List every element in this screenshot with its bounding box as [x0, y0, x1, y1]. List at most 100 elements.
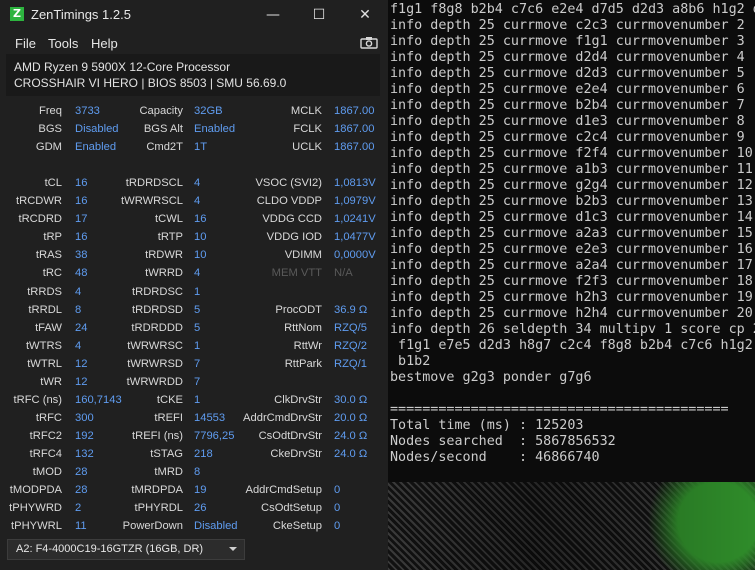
timing-label-tras: tRAS: [35, 249, 62, 262]
menu-help[interactable]: Help: [91, 36, 118, 51]
timing-label-trrds: tRRDS: [27, 285, 62, 298]
timing-label-trrdl: tRRDL: [28, 303, 62, 316]
timing-label-twrwrscl: tWRWRSCL: [121, 195, 183, 208]
timing-value-trefi-ns: 7796,25: [194, 429, 235, 442]
timing-label-trcdwr: tRCDWR: [16, 195, 62, 208]
console-line: Nodes/second : 46866740: [390, 450, 600, 465]
console-line: info depth 25 currmove d1c3 currmovenumb…: [390, 210, 753, 225]
timing-value-trc: 48: [75, 267, 88, 280]
maximize-button[interactable]: ☐: [296, 0, 342, 30]
timing-label-tphyrdl: tPHYRDL: [134, 502, 184, 515]
timing-value-fclk: 1867.00: [334, 123, 375, 136]
timing-label-trfc4: tRFC4: [29, 447, 62, 460]
timing-label-trtp: tRTP: [157, 231, 183, 244]
timing-value-tcl: 16: [75, 177, 88, 190]
timing-value-tfaw: 24: [75, 321, 88, 334]
timing-label-trc: tRC: [42, 267, 62, 280]
console-line: info depth 26 seldepth 34 multipv 1 scor…: [390, 322, 755, 337]
timing-value-twrwrscl: 4: [194, 195, 201, 208]
timing-label-mem-vtt: MEM VTT: [271, 267, 322, 280]
timing-value-capacity: 32GB: [194, 105, 223, 117]
timing-label-trfc: tRFC: [35, 411, 62, 424]
timing-value-tcke: 1: [194, 393, 201, 406]
timing-label-tmodpda: tMODPDA: [9, 484, 62, 497]
timing-label-rttnom: RttNom: [284, 321, 322, 334]
timing-value-rttnom: RZQ/5: [334, 321, 367, 334]
timing-label-addrcmdsetup: AddrCmdSetup: [245, 484, 323, 497]
memory-module-select[interactable]: A2: F4-4000C19-16GTZR (16GB, DR): [7, 539, 245, 560]
timing-value-bgs: Disabled: [75, 123, 119, 136]
console-line: info depth 25 currmove e2e4 currmovenumb…: [390, 82, 745, 97]
app-icon: Z: [10, 7, 24, 21]
timing-value-twtrl: 12: [75, 357, 88, 370]
menu-tools[interactable]: Tools: [48, 36, 78, 51]
timing-value-cmd2t: 1T: [194, 141, 208, 154]
timing-value-twrwrsd: 7: [194, 357, 201, 370]
timing-value-ckedrvstr: 24.0 Ω: [334, 447, 368, 460]
screenshot-camera-icon[interactable]: [360, 36, 378, 49]
timings-grid: Freq 3733 BGS Disabled GDM Enabled tCL 16 tRCDWR…: [0, 96, 388, 536]
console-line: info depth 25 currmove d1e3 currmovenumb…: [390, 114, 745, 129]
timing-label-gdm: GDM: [35, 141, 62, 154]
timing-label-tphywrd: tPHYWRD: [9, 502, 62, 515]
timing-value-twrwrsc: 1: [194, 339, 201, 352]
timing-value-trfc: 300: [75, 411, 94, 424]
timing-value-rttpark: RZQ/1: [334, 357, 367, 370]
menu-file[interactable]: File: [15, 36, 36, 51]
console-line: info depth 25 currmove d2d4 currmovenumb…: [390, 50, 745, 65]
timing-value-tstag: 218: [194, 447, 213, 460]
timing-value-trdrdscl: 4: [194, 177, 201, 190]
console-line: Nodes searched : 5867856532: [390, 434, 616, 449]
console-line: info depth 25 currmove b2b3 currmovenumb…: [390, 194, 753, 209]
console-line: info depth 25 currmove a2a3 currmovenumb…: [390, 226, 753, 241]
timing-label-capacity: Capacity: [139, 105, 183, 117]
timing-value-vdimm: 0,0000V: [334, 249, 376, 262]
timing-value-mem-vtt: N/A: [334, 267, 353, 280]
timing-value-uclk: 1867.00: [334, 141, 375, 154]
timing-value-mclk: 1867.00: [334, 105, 375, 117]
timing-value-tmrdpda: 19: [194, 484, 207, 497]
timing-label-rttpark: RttPark: [284, 357, 322, 370]
timing-value-vsoc-svi2: 1,0813V: [334, 177, 376, 190]
console-line: info depth 25 currmove a2a4 currmovenumb…: [390, 258, 753, 273]
console-line: b1b2: [390, 354, 431, 369]
console-line: info depth 25 currmove f1g1 currmovenumb…: [390, 34, 745, 49]
timing-value-csodtsetup: 0: [334, 502, 341, 515]
timing-value-trefi: 14553: [194, 411, 226, 424]
close-button[interactable]: ✕: [342, 0, 388, 30]
timing-label-csodtsetup: CsOdtSetup: [261, 502, 322, 515]
console-window[interactable]: f1g1 f8g8 b2b4 c7c6 e2e4 d7d5 d2d3 a8b6 …: [388, 0, 755, 482]
timing-label-trfc-ns: tRFC (ns): [13, 393, 62, 406]
console-line: f1g1 f8g8 b2b4 c7c6 e2e4 d7d5 d2d3 a8b6 …: [390, 2, 755, 17]
timing-label-twtrs: tWTRS: [25, 339, 62, 352]
timing-label-tcke: tCKE: [156, 393, 183, 406]
timing-value-vddg-ccd: 1,0241V: [334, 213, 376, 226]
timing-label-vddg-ccd: VDDG CCD: [262, 213, 322, 226]
timing-value-tphyrdl: 26: [194, 502, 207, 515]
console-output: f1g1 f8g8 b2b4 c7c6 e2e4 d7d5 d2d3 a8b6 …: [388, 0, 755, 466]
timing-value-trfc4: 132: [75, 447, 94, 460]
timing-label-trdrdscl: tRDRDSCL: [125, 177, 183, 190]
timing-label-cldo-vddp: CLDO VDDP: [256, 195, 322, 208]
chevron-down-icon: [229, 547, 237, 551]
timing-value-twrrd: 4: [194, 267, 201, 280]
timing-label-tfaw: tFAW: [35, 321, 62, 334]
timing-label-ckedrvstr: CkeDrvStr: [270, 447, 322, 460]
console-line: info depth 25 currmove g2g4 currmovenumb…: [390, 178, 753, 193]
title-bar[interactable]: Z ZenTimings 1.2.5 — ☐ ✕: [0, 0, 388, 30]
timing-label-trcdrd: tRCDRD: [18, 213, 62, 226]
timing-label-cmd2t: Cmd2T: [146, 141, 183, 154]
timing-label-twrwrsc: tWRWRSC: [127, 339, 183, 352]
console-line: info depth 25 currmove f2f3 currmovenumb…: [390, 274, 753, 289]
timing-label-tmrd: tMRD: [154, 466, 183, 478]
timing-label-procodt: ProcODT: [275, 303, 322, 316]
minimize-button[interactable]: —: [250, 0, 296, 30]
timing-label-trdwr: tRDWR: [145, 249, 183, 262]
timing-label-trp: tRP: [43, 231, 62, 244]
cpu-name: AMD Ryzen 9 5900X 12-Core Processor: [14, 60, 231, 74]
timing-label-vddg-iod: VDDG IOD: [266, 231, 322, 244]
timing-label-tstag: tSTAG: [150, 447, 183, 460]
timing-value-trcdwr: 16: [75, 195, 88, 208]
timing-label-tcl: tCL: [44, 177, 62, 190]
